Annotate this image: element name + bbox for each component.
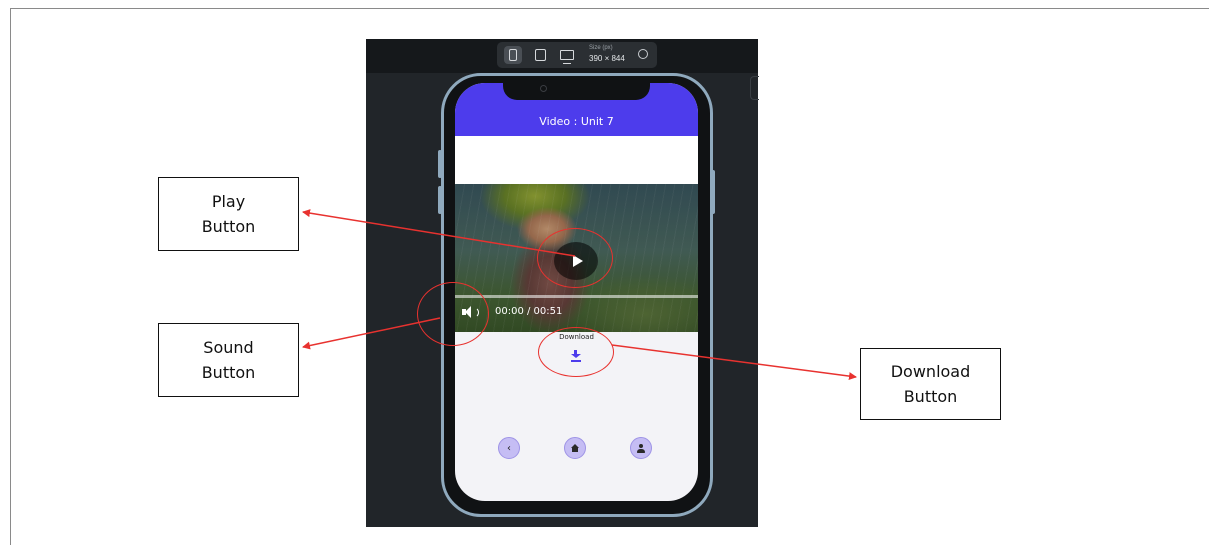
sound-callout-line1: Sound	[203, 338, 254, 357]
play-callout-line1: Play	[211, 192, 246, 211]
sound-arrow	[302, 317, 441, 350]
download-arrow	[611, 344, 857, 381]
annotation-arrows	[302, 209, 857, 381]
download-callout-line1: Download	[890, 362, 971, 381]
sound-callout: Sound Button	[158, 323, 299, 397]
download-callout: Download Button	[860, 348, 1001, 420]
play-arrow	[302, 209, 576, 257]
play-callout: Play Button	[158, 177, 299, 251]
sound-callout-line2: Button	[201, 363, 256, 382]
play-callout-line2: Button	[201, 217, 256, 236]
download-callout-line2: Button	[903, 387, 958, 406]
